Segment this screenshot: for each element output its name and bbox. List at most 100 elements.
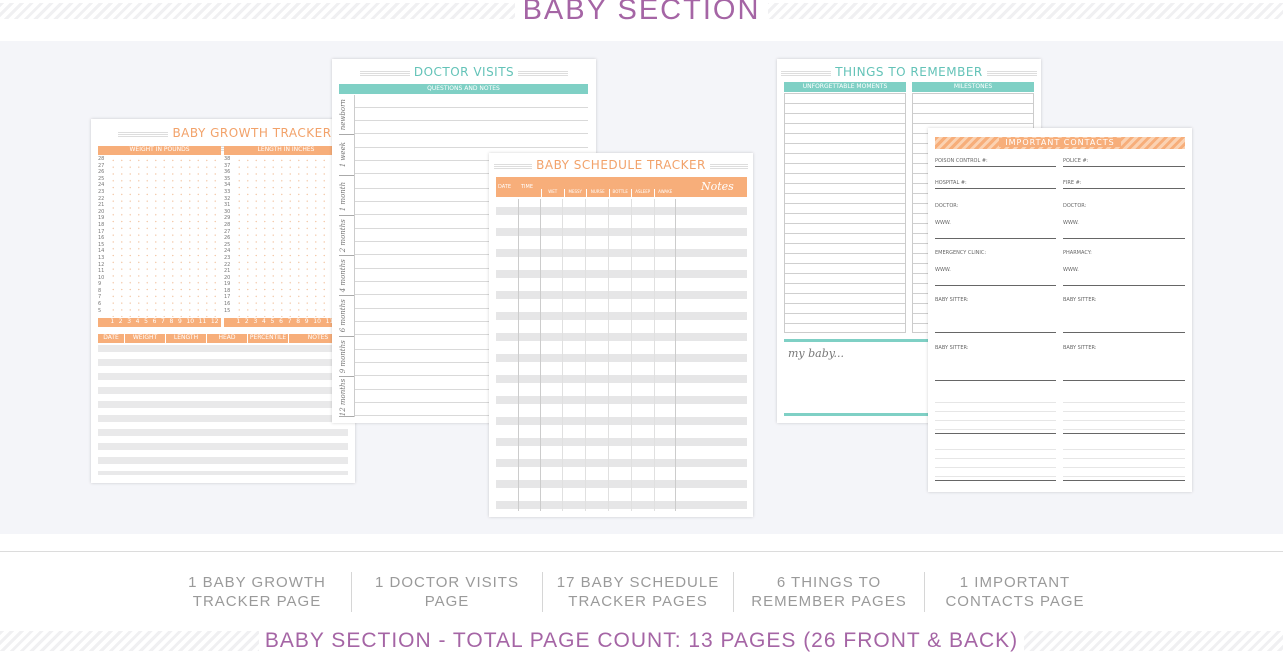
schedule-rows bbox=[496, 199, 747, 511]
milestones-label: MILESTONES bbox=[912, 82, 1034, 92]
weight-label: WEIGHT IN POUNDS bbox=[98, 146, 221, 155]
scale-tick: 18 bbox=[224, 287, 231, 294]
doctor-period-label: 12 months bbox=[339, 378, 347, 416]
schedule-header: DATE TIME WET MESSY NURSE BOTTLE ASLEEP AWAKE… bbox=[496, 177, 747, 197]
contact-label: HOSPITAL #: bbox=[935, 180, 1056, 189]
scale-tick: 25 bbox=[224, 241, 231, 248]
doctor-period-label: 2 months bbox=[339, 219, 347, 253]
month-tick: 12 bbox=[210, 318, 219, 325]
scale-tick: 32 bbox=[224, 195, 231, 202]
remember-title: THINGS TO REMEMBER bbox=[777, 65, 1041, 79]
contact-field: BABY SITTER: bbox=[935, 345, 1056, 381]
scale-tick: 22 bbox=[98, 195, 105, 202]
contact-field: DOCTOR: WWW. bbox=[935, 203, 1056, 239]
month-tick: 6 bbox=[279, 318, 283, 325]
www-label: WWW. bbox=[1063, 267, 1079, 273]
scale-tick: 8 bbox=[98, 287, 102, 294]
schedule-subheaders: WET MESSY NURSE BOTTLE ASLEEP AWAKE bbox=[541, 189, 676, 197]
month-tick: 10 bbox=[186, 318, 195, 325]
month-tick: 8 bbox=[169, 318, 174, 325]
scale-tick: 30 bbox=[224, 208, 231, 215]
growth-table-body bbox=[98, 345, 348, 475]
questions-label: QUESTIONS AND NOTES bbox=[339, 84, 588, 94]
doctor-period-lines bbox=[354, 95, 588, 136]
scale-tick: 18 bbox=[98, 221, 105, 228]
scale-tick: 27 bbox=[224, 228, 231, 235]
www-label: WWW. bbox=[1063, 220, 1079, 226]
total-page-count: BABY SECTION - TOTAL PAGE COUNT: 13 PAGE… bbox=[0, 629, 1283, 653]
month-tick: 9 bbox=[304, 318, 309, 325]
scale-tick: 26 bbox=[224, 235, 231, 242]
www-label: WWW. bbox=[935, 220, 951, 226]
schedule-tracker-title: BABY SCHEDULE TRACKER bbox=[489, 158, 753, 172]
growth-col-header: WEIGHT bbox=[125, 334, 166, 343]
col-date: DATE bbox=[498, 184, 512, 190]
doctor-period-row: newborn bbox=[339, 95, 588, 136]
stat-growth: 1 BABY GROWTH TRACKER PAGE bbox=[188, 574, 326, 610]
scale-tick: 16 bbox=[98, 235, 105, 242]
scale-tick: 24 bbox=[98, 182, 105, 189]
scale-tick: 11 bbox=[98, 268, 105, 275]
scale-tick: 20 bbox=[98, 208, 105, 215]
doctor-period-label: newborn bbox=[339, 99, 347, 131]
scale-tick: 37 bbox=[224, 162, 231, 169]
stat-contacts: 1 IMPORTANT CONTACTS PAGE bbox=[945, 574, 1085, 610]
schedule-subheader: AWAKE bbox=[653, 189, 677, 197]
scale-tick: 21 bbox=[224, 268, 231, 275]
weight-scale: 28 27 26 25 24 23 22 21 20 19 18 17 16 15 14 13 12 11 10 9 8… bbox=[98, 156, 108, 316]
scale-tick: 23 bbox=[98, 188, 105, 195]
scale-tick: 36 bbox=[224, 169, 231, 176]
scale-tick: 12 bbox=[98, 261, 105, 268]
scale-tick: 23 bbox=[224, 254, 231, 261]
contact-label: DOCTOR: bbox=[1063, 203, 1185, 239]
scale-tick: 22 bbox=[224, 261, 231, 268]
contacts-title-bar: IMPORTANT CONTACTS bbox=[935, 137, 1185, 149]
month-tick: 10 bbox=[313, 318, 321, 325]
scale-tick: 7 bbox=[98, 294, 102, 301]
month-tick: 2 bbox=[244, 318, 249, 325]
contact-blank bbox=[1063, 441, 1185, 481]
scale-tick: 29 bbox=[224, 215, 231, 222]
growth-tracker-sheet: BABY GROWTH TRACKER WEIGHT IN POUNDS LEN… bbox=[91, 119, 355, 483]
scale-tick: 31 bbox=[224, 202, 231, 209]
stat-doctor: 1 DOCTOR VISITS PAGE bbox=[375, 574, 519, 610]
contact-label: DOCTOR: bbox=[935, 203, 1056, 239]
month-tick: 5 bbox=[270, 318, 275, 325]
contact-label: BABY SITTER: bbox=[935, 297, 1056, 333]
contact-blank bbox=[935, 441, 1056, 481]
weight-month-axis: 1 2 3 4 5 6 7 8 9 10 11 12 bbox=[98, 318, 221, 327]
scale-tick: 33 bbox=[224, 188, 231, 195]
month-tick: 5 bbox=[144, 318, 148, 325]
weight-grid bbox=[109, 157, 221, 317]
doctor-period-label: 6 months bbox=[339, 299, 347, 333]
scale-tick: 19 bbox=[224, 281, 231, 288]
scale-tick: 38 bbox=[224, 156, 231, 162]
scale-tick: 24 bbox=[224, 248, 231, 255]
scale-tick: 13 bbox=[98, 254, 105, 261]
scale-tick: 10 bbox=[98, 274, 105, 281]
contact-label: EMERGENCY CLINIC: bbox=[935, 250, 1056, 286]
contact-field: POLICE #: bbox=[1063, 158, 1185, 167]
contact-blank bbox=[1063, 394, 1185, 434]
doctor-visits-title: DOCTOR VISITS bbox=[332, 65, 596, 79]
month-tick: 3 bbox=[127, 318, 132, 325]
month-tick: 2 bbox=[118, 318, 123, 325]
month-tick: 4 bbox=[135, 318, 140, 325]
scale-tick: 5 bbox=[98, 307, 102, 314]
scale-tick: 28 bbox=[224, 221, 231, 228]
contacts-sheet: IMPORTANT CONTACTS POISON CONTROL #: HOSP… bbox=[928, 128, 1192, 492]
contacts-title: IMPORTANT CONTACTS bbox=[999, 138, 1121, 147]
scale-tick: 17 bbox=[224, 294, 231, 301]
growth-col-header: PERCENTILE bbox=[248, 334, 289, 343]
contact-field: BABY SITTER: bbox=[935, 297, 1056, 333]
col-notes: Notes bbox=[701, 180, 734, 193]
doctor-period-label: 1 month bbox=[339, 180, 347, 211]
my-baby-label: my baby... bbox=[788, 347, 845, 360]
month-tick: 7 bbox=[161, 318, 165, 325]
contact-field: DOCTOR: WWW. bbox=[1063, 203, 1185, 239]
stat-schedule: 17 BABY SCHEDULE TRACKER PAGES bbox=[556, 574, 720, 610]
schedule-subheader: BOTTLE bbox=[608, 189, 632, 197]
contact-label: BABY SITTER: bbox=[1063, 297, 1185, 333]
contact-label: POISON CONTROL #: bbox=[935, 158, 1056, 167]
contact-field: POISON CONTROL #: bbox=[935, 158, 1056, 167]
